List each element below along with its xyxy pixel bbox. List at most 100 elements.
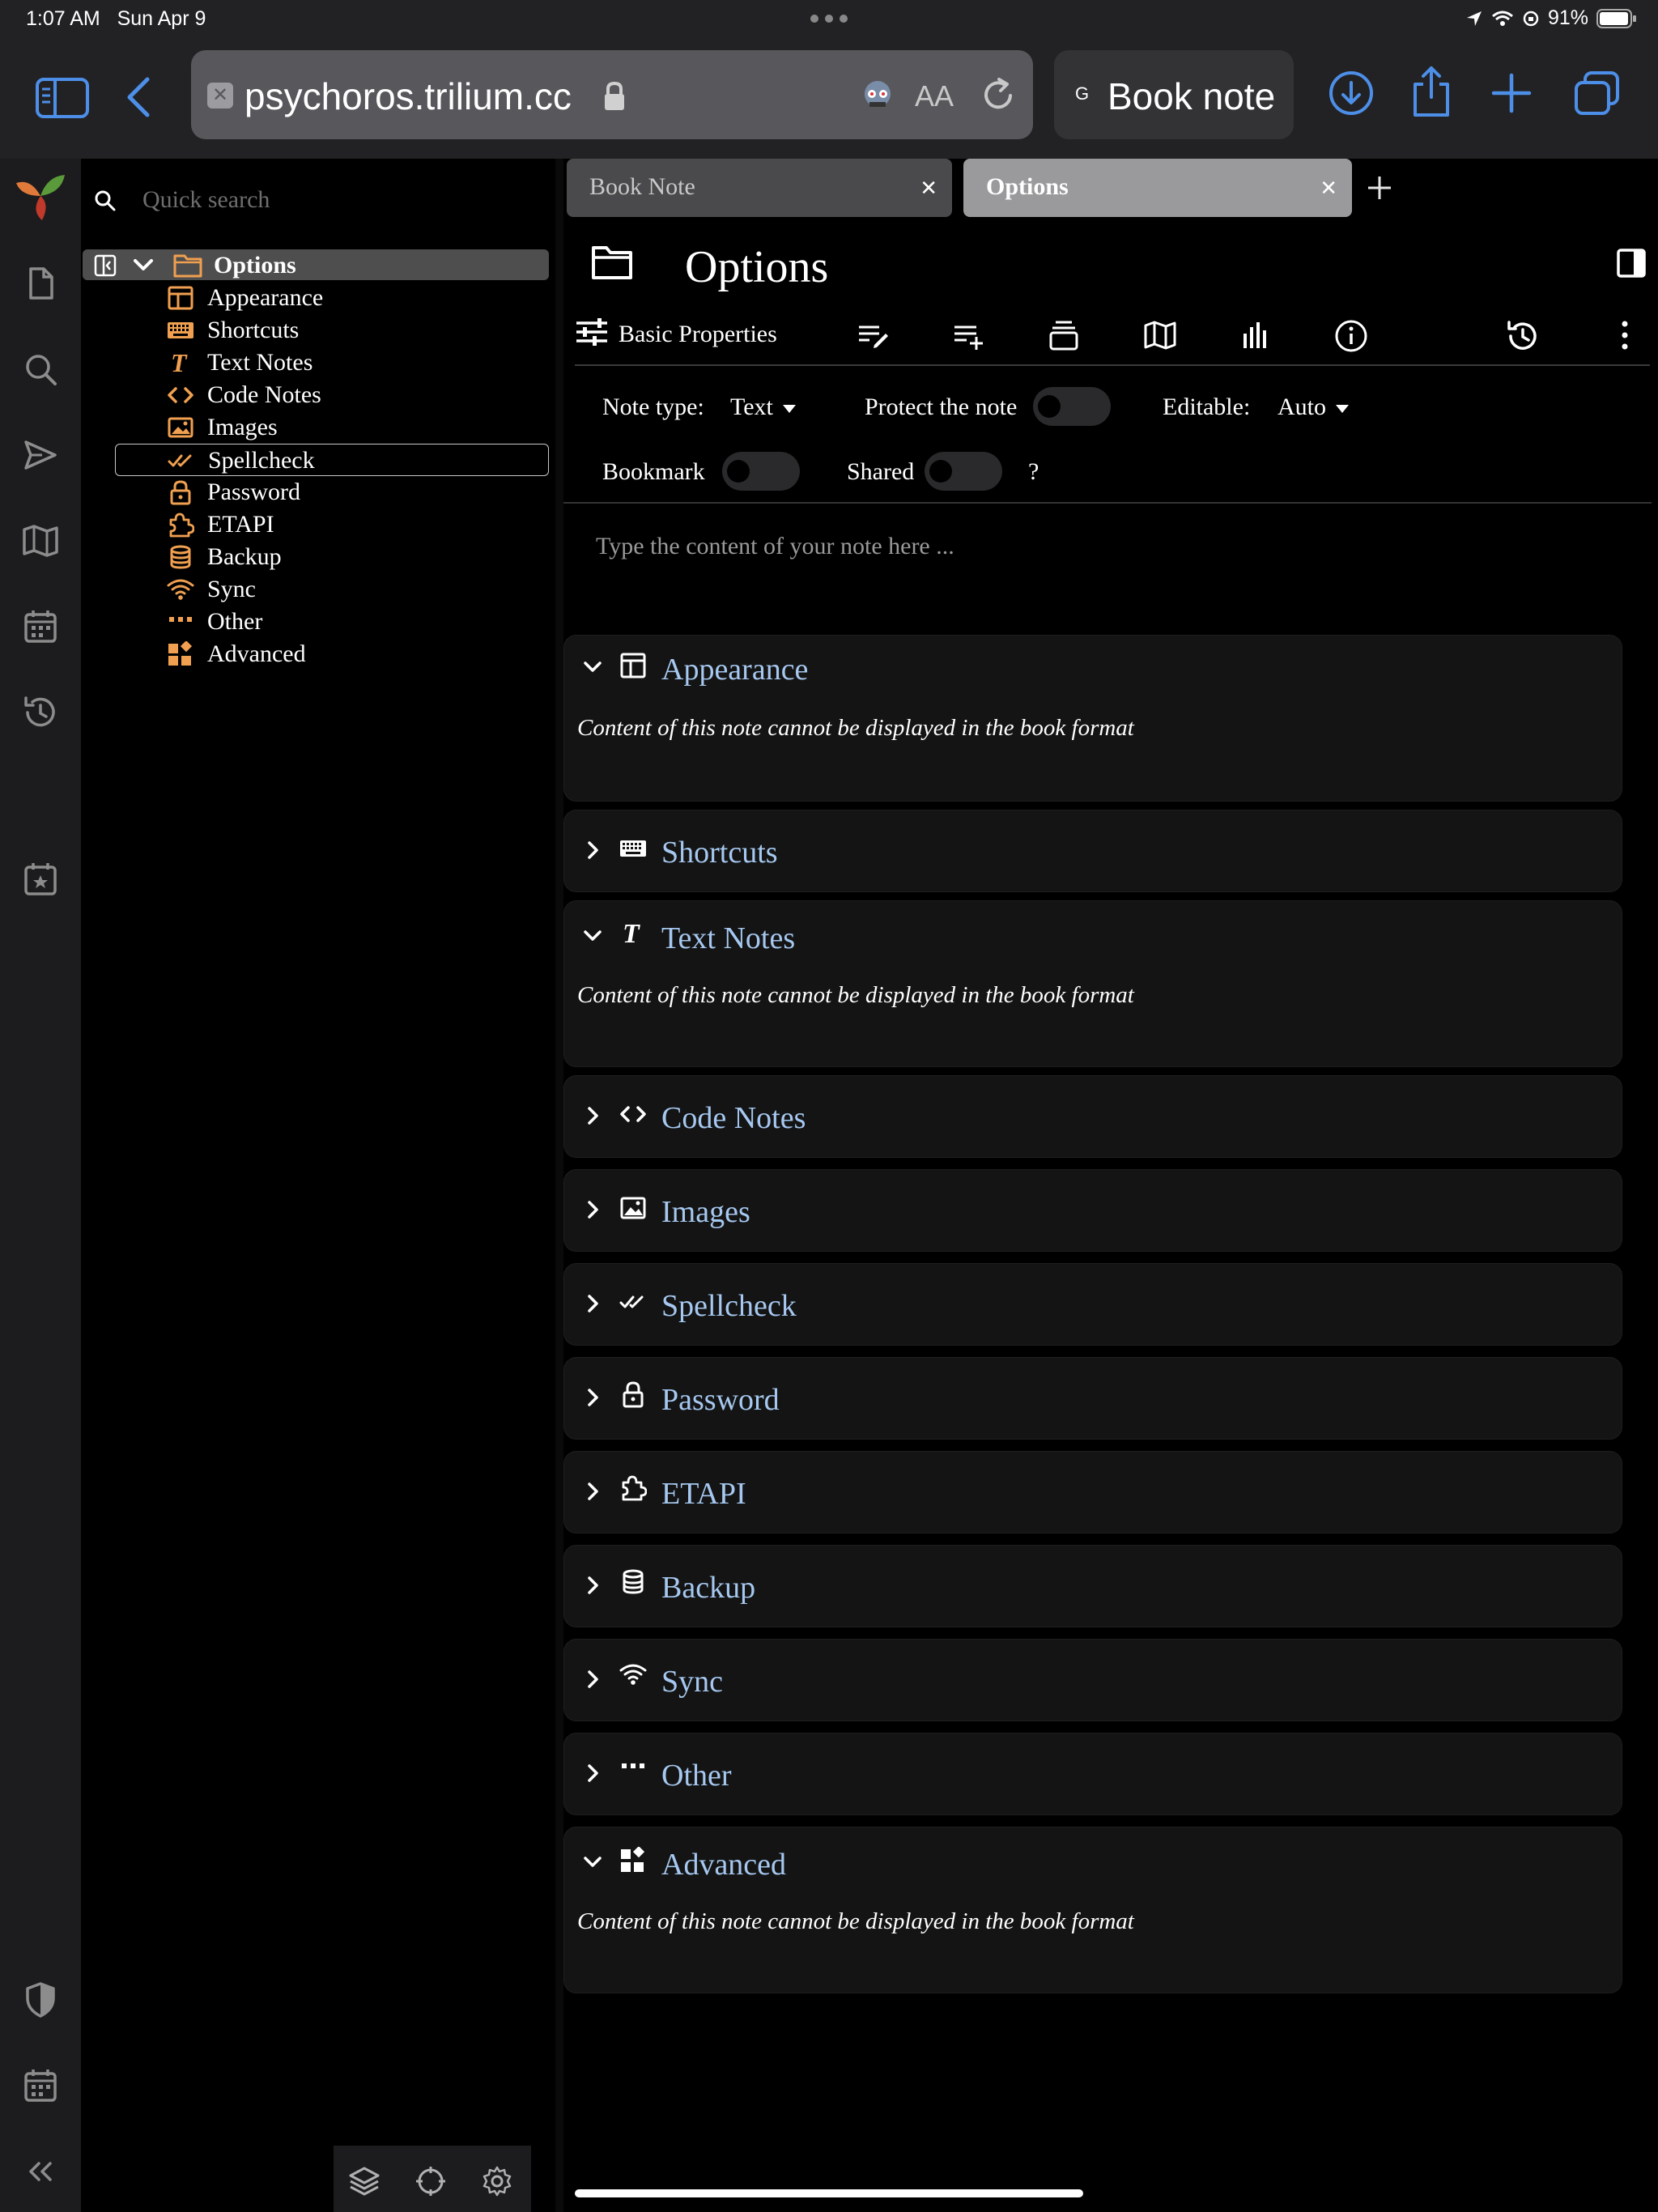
- address-bar[interactable]: ✕ psychoros.trilium.cc AA: [191, 50, 1033, 139]
- close-icon[interactable]: ✕: [920, 177, 937, 201]
- tab-options[interactable]: Options ✕: [963, 159, 1352, 217]
- child-note-link[interactable]: Sync: [661, 1664, 723, 1699]
- child-note-link[interactable]: Text Notes: [661, 921, 795, 956]
- shared-help-link[interactable]: ?: [1028, 458, 1039, 486]
- child-note-link[interactable]: Password: [661, 1382, 780, 1418]
- crosshair-icon[interactable]: [414, 2165, 447, 2197]
- trilium-logo-icon[interactable]: [15, 172, 66, 222]
- text-size-icon[interactable]: AA: [915, 79, 954, 113]
- note-info-bars-icon[interactable]: [1239, 319, 1271, 351]
- chevron-right-icon[interactable]: [582, 1481, 603, 1502]
- chevron-right-icon[interactable]: [582, 1575, 603, 1596]
- tab-overview-icon[interactable]: [1574, 71, 1621, 117]
- tree-item-advanced[interactable]: Advanced: [115, 638, 549, 670]
- quick-search-input[interactable]: [141, 181, 541, 219]
- tree-item-shortcuts[interactable]: Shortcuts: [115, 314, 549, 347]
- tree-item-other[interactable]: Other: [115, 606, 549, 638]
- child-note-link[interactable]: Backup: [661, 1570, 755, 1606]
- collection-icon[interactable]: [1048, 319, 1080, 351]
- home-indicator: [575, 2189, 1083, 2197]
- calendar-icon[interactable]: [21, 607, 60, 646]
- note-map-icon[interactable]: [21, 521, 60, 560]
- layout-icon: [168, 286, 193, 310]
- bookmarked-calendar-icon[interactable]: [21, 860, 60, 899]
- gear-icon[interactable]: [481, 2165, 513, 2197]
- protected-session-icon[interactable]: [21, 1980, 60, 2019]
- child-note-link[interactable]: Appearance: [661, 652, 808, 687]
- code-icon: [620, 1106, 646, 1122]
- note-detail-pane: Book Note ✕ Options ✕ Options Basic Prop…: [555, 159, 1658, 2212]
- chevron-right-icon[interactable]: [582, 1199, 603, 1220]
- tree-item-backup[interactable]: Backup: [115, 541, 549, 573]
- downloads-icon[interactable]: [1328, 70, 1375, 117]
- editable-dropdown[interactable]: Auto: [1278, 393, 1349, 421]
- tree-item-code-notes[interactable]: Code Notes: [115, 379, 549, 411]
- note-type-dropdown[interactable]: Text: [730, 393, 796, 421]
- info-icon[interactable]: [1334, 319, 1368, 353]
- more-menu-icon[interactable]: [1619, 319, 1630, 351]
- check-double-icon: [619, 1295, 644, 1308]
- note-map-ribbon-icon[interactable]: [1143, 319, 1177, 351]
- layers-icon[interactable]: [348, 2165, 380, 2197]
- child-note-link[interactable]: Spellcheck: [661, 1288, 797, 1324]
- child-note-link[interactable]: Shortcuts: [661, 835, 778, 870]
- today-calendar-icon[interactable]: [21, 2066, 60, 2105]
- tree-item-text-notes[interactable]: T Text Notes: [115, 347, 549, 379]
- chevron-down-icon[interactable]: [582, 657, 603, 678]
- share-icon[interactable]: [1410, 65, 1452, 118]
- shared-toggle[interactable]: [925, 452, 1002, 491]
- chevron-down-icon[interactable]: [582, 1852, 603, 1873]
- note-editor[interactable]: Type the content of your note here ...: [596, 533, 954, 560]
- add-tab-icon[interactable]: [1365, 173, 1394, 202]
- tree-item-label: Advanced: [207, 640, 306, 667]
- multitasking-dots-icon[interactable]: [810, 14, 848, 23]
- back-icon[interactable]: [126, 76, 151, 118]
- note-icon-folder-icon[interactable]: [591, 243, 633, 280]
- protect-note-toggle[interactable]: [1033, 387, 1111, 426]
- search-launcher-icon[interactable]: [21, 350, 60, 389]
- close-icon[interactable]: ✕: [1320, 177, 1337, 201]
- note-tree-pane: Options Appearance Shortcuts T Text Note…: [81, 159, 555, 2212]
- dots-icon: [169, 617, 192, 622]
- note-revisions-icon[interactable]: [1504, 319, 1540, 353]
- bookmark-toggle[interactable]: [722, 452, 800, 491]
- chevron-right-icon[interactable]: [582, 1293, 603, 1314]
- tree-root-options[interactable]: Options: [83, 249, 549, 280]
- chevron-down-icon[interactable]: [133, 257, 154, 273]
- recent-changes-icon[interactable]: [21, 693, 60, 732]
- child-card-spellcheck: Spellcheck: [563, 1263, 1622, 1346]
- sidebar-toggle-icon[interactable]: [36, 78, 89, 118]
- tree-item-password[interactable]: Password: [115, 476, 549, 508]
- child-note-link[interactable]: Advanced: [661, 1847, 786, 1882]
- tree-item-appearance[interactable]: Appearance: [115, 282, 549, 314]
- chevron-right-icon[interactable]: [582, 1763, 603, 1784]
- note-title[interactable]: Options: [685, 241, 828, 293]
- safari-tab-book-note[interactable]: G Book note: [1054, 50, 1294, 139]
- collapse-sidebar-icon[interactable]: [21, 2152, 60, 2191]
- chevron-down-icon[interactable]: [582, 925, 603, 946]
- edited-notes-icon[interactable]: [857, 319, 889, 351]
- right-pane-toggle-icon[interactable]: [1616, 248, 1647, 279]
- tree-item-sync[interactable]: Sync: [115, 573, 549, 606]
- child-note-link[interactable]: Other: [661, 1758, 732, 1793]
- new-note-icon[interactable]: [21, 264, 60, 303]
- tab-book-note[interactable]: Book Note ✕: [567, 159, 952, 217]
- tree-item-etapi[interactable]: ETAPI: [115, 508, 549, 541]
- tree-item-images[interactable]: Images: [115, 411, 549, 444]
- chevron-right-icon[interactable]: [582, 1387, 603, 1408]
- child-note-link[interactable]: ETAPI: [661, 1476, 746, 1512]
- sliders-icon[interactable]: [575, 316, 609, 348]
- child-note-link[interactable]: Code Notes: [661, 1100, 806, 1136]
- chevron-right-icon[interactable]: [582, 840, 603, 861]
- privacy-report-icon[interactable]: [860, 79, 895, 112]
- jump-to-note-icon[interactable]: [21, 436, 60, 474]
- collapse-tree-icon[interactable]: [94, 254, 117, 277]
- chevron-right-icon[interactable]: [582, 1669, 603, 1690]
- chevron-right-icon[interactable]: [582, 1105, 603, 1126]
- tree-item-spellcheck[interactable]: Spellcheck: [115, 444, 549, 476]
- reload-icon[interactable]: [981, 76, 1017, 113]
- ribbon-tab-basic-properties[interactable]: Basic Properties: [619, 321, 777, 348]
- new-tab-icon[interactable]: [1491, 73, 1532, 113]
- child-note-link[interactable]: Images: [661, 1194, 750, 1230]
- add-list-icon[interactable]: [952, 319, 984, 351]
